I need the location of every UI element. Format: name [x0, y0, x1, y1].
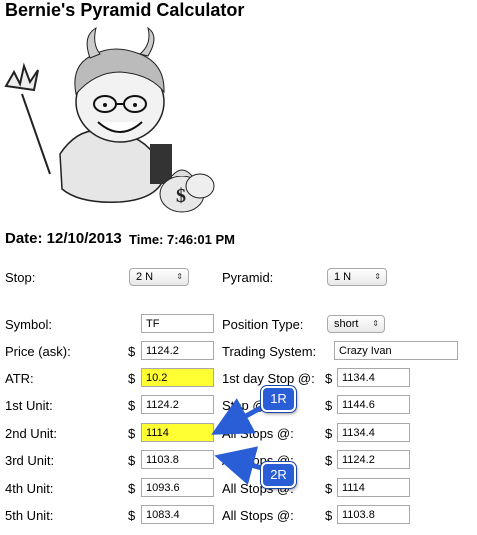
symbol-input[interactable]	[141, 314, 214, 333]
price-input[interactable]	[141, 341, 214, 360]
first-day-stop-input[interactable]	[337, 368, 410, 387]
all-stops-1-label: All Stops @:	[222, 426, 294, 441]
first-day-stop-label: 1st day Stop @:	[222, 371, 315, 386]
unit-1-input[interactable]	[141, 395, 214, 414]
all-stops-1-input[interactable]	[337, 423, 410, 442]
caricature-illustration: $	[4, 26, 215, 213]
atr-input[interactable]	[141, 368, 214, 387]
unit-3-input[interactable]	[141, 450, 214, 469]
time-label: Time: 7:46:01 PM	[129, 232, 235, 247]
callout-2r: 2R	[261, 462, 296, 488]
price-currency: $	[128, 344, 136, 359]
stop-select-value: 2 N	[136, 271, 154, 283]
unit-2-input[interactable]	[141, 423, 214, 442]
first-day-stop-currency: $	[325, 371, 333, 386]
position-type-select-value: short	[334, 318, 359, 330]
unit-5-currency: $	[128, 508, 136, 523]
unit-2-label: 2nd Unit:	[5, 426, 58, 441]
all-stops-4-input[interactable]	[337, 505, 410, 524]
price-label: Price (ask):	[5, 344, 71, 359]
chevron-updown-icon: ⇕	[372, 319, 379, 328]
date-label: Date: 12/10/2013	[5, 230, 122, 247]
stop-label: Stop:	[5, 270, 36, 285]
unit-4-currency: $	[128, 481, 136, 496]
unit-2-currency: $	[128, 426, 136, 441]
unit-1-currency: $	[128, 398, 136, 413]
trading-system-label: Trading System:	[222, 344, 317, 359]
unit-4-input[interactable]	[141, 478, 214, 497]
pyramid-label: Pyramid:	[222, 270, 274, 285]
atr-label: ATR:	[5, 371, 34, 386]
unit-3-currency: $	[128, 453, 136, 468]
unit-5-label: 5th Unit:	[5, 508, 54, 523]
stop-select[interactable]: 2 N ⇕	[129, 268, 189, 286]
atr-currency: $	[128, 371, 136, 386]
position-type-label: Position Type:	[222, 317, 304, 332]
chevron-updown-icon: ⇕	[176, 272, 183, 281]
pyramid-select-value: 1 N	[334, 271, 352, 283]
svg-text:$: $	[176, 185, 186, 207]
all-stops-4-label: All Stops @:	[222, 508, 294, 523]
unit-5-input[interactable]	[141, 505, 214, 524]
unit-3-label: 3rd Unit:	[5, 453, 55, 468]
all-stops-3-currency: $	[325, 481, 333, 496]
trading-system-input[interactable]	[334, 341, 458, 360]
unit-4-label: 4th Unit:	[5, 481, 54, 496]
all-stops-2-currency: $	[325, 453, 333, 468]
callout-1r: 1R	[261, 386, 296, 412]
all-stops-2-input[interactable]	[337, 450, 410, 469]
pyramid-select[interactable]: 1 N ⇕	[327, 268, 387, 286]
all-stops-3-input[interactable]	[337, 478, 410, 497]
chevron-updown-icon: ⇕	[374, 272, 381, 281]
stop-at-input[interactable]	[337, 395, 410, 414]
stop-at-label: Stop @	[222, 398, 266, 413]
position-type-select[interactable]: short ⇕	[327, 315, 385, 333]
all-stops-1-currency: $	[325, 426, 333, 441]
symbol-label: Symbol:	[5, 317, 52, 332]
page-title: Bernie's Pyramid Calculator	[5, 0, 245, 20]
stop-at-currency: $	[325, 398, 333, 413]
all-stops-4-currency: $	[325, 508, 333, 523]
unit-1-label: 1st Unit:	[5, 398, 53, 413]
